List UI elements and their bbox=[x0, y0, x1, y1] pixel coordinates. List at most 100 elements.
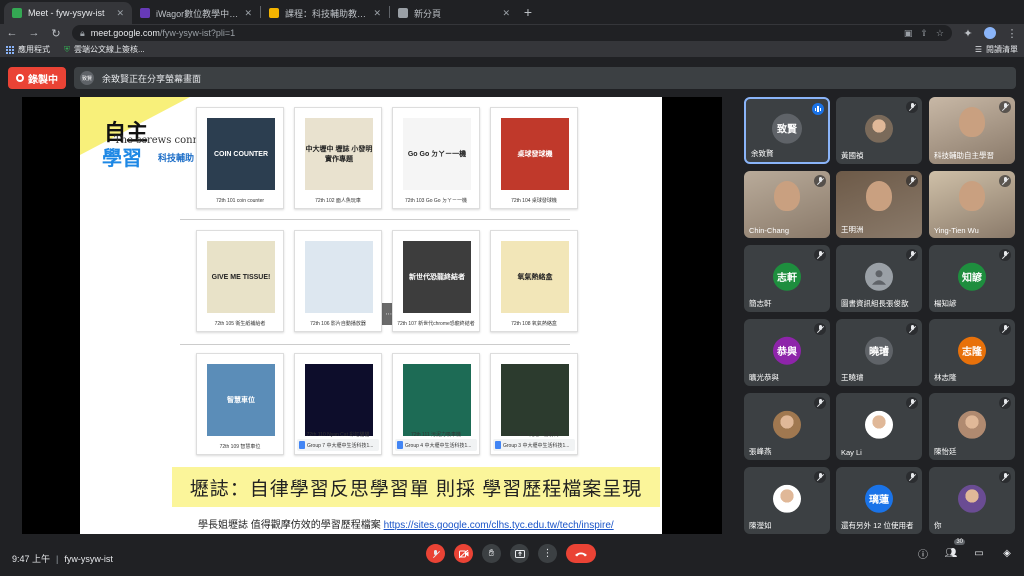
linked-doc-chip[interactable]: Group 3 中大壢中生活科技1... bbox=[493, 439, 575, 451]
reload-icon[interactable]: ↻ bbox=[50, 27, 62, 40]
bookmark-document-signoff[interactable]: ⛨ 雲端公文線上簽核... bbox=[64, 44, 145, 55]
tab-close-icon[interactable]: ✕ bbox=[502, 8, 510, 19]
participant-name: 陳瀅如 bbox=[749, 521, 772, 530]
participant-tile[interactable]: 張峰燕 bbox=[744, 393, 830, 460]
muted-mic-icon bbox=[906, 397, 918, 409]
reading-list-icon: ☰ bbox=[974, 45, 982, 54]
tab-favicon-icon bbox=[398, 8, 408, 18]
slide-banner: 壢誌：自律學習反思學習單 則採 學習歷程檔案呈現 bbox=[172, 467, 660, 507]
camera-indicator-icon[interactable]: ▣ bbox=[904, 28, 913, 39]
project-thumbnail-text: 中大壢中 壢誌 小發明實作專題 bbox=[305, 146, 373, 163]
muted-mic-icon bbox=[906, 471, 918, 483]
participant-tile[interactable]: 致賢 余致賢 bbox=[744, 97, 830, 164]
profile-photo bbox=[958, 484, 986, 513]
participant-face bbox=[774, 181, 800, 212]
participant-name: 你 bbox=[934, 521, 942, 530]
participant-tile[interactable]: 你 bbox=[929, 467, 1015, 534]
project-caption: 72th 111 污泥力吸車機 bbox=[410, 432, 462, 438]
browser-tab[interactable]: iWagor數位教學中心 » Categ ✕ bbox=[132, 2, 260, 24]
tab-close-icon[interactable]: ✕ bbox=[116, 8, 124, 19]
people-button[interactable]: 👥︎ 30 bbox=[944, 539, 965, 560]
tab-favicon-icon bbox=[12, 8, 22, 18]
participant-tile[interactable]: 璃蓮 還有另外 12 位使用者 bbox=[836, 467, 922, 534]
address-bar[interactable]: 🔒︎ meet.google.com/fyw-ysyw-ist?pli=1 ▣ … bbox=[72, 25, 952, 41]
project-thumbnail-text: 智慧車位 bbox=[227, 397, 255, 404]
leave-call-button[interactable] bbox=[566, 544, 596, 563]
hand-icon: ✋︎ bbox=[488, 548, 495, 559]
more-options-button[interactable]: ⋮ bbox=[538, 544, 557, 563]
participant-tile[interactable]: 知諺 楊知諺 bbox=[929, 245, 1015, 312]
participant-tile[interactable]: Chin-Chang bbox=[744, 171, 830, 238]
presenting-banner: 致賢 余致賢正在分享螢幕畫面 bbox=[74, 67, 1016, 89]
bookmark-label: 雲端公文線上簽核... bbox=[74, 45, 145, 54]
shared-slide: 自主 The screws connect the world 學習 科技輔助 … bbox=[80, 97, 662, 534]
participant-tile[interactable]: 志軒 簡志軒 bbox=[744, 245, 830, 312]
participant-tile[interactable]: 曉璿 王曉璿 bbox=[836, 319, 922, 386]
browser-tab[interactable]: Meet - fyw-ysyw-ist ✕ bbox=[4, 2, 132, 24]
people-icon: 👥︎ bbox=[944, 547, 958, 559]
recording-indicator[interactable]: 錄製中 bbox=[8, 67, 66, 89]
participant-name: 還有另外 12 位使用者 bbox=[841, 521, 914, 530]
participant-tile[interactable]: 陳瀅如 bbox=[744, 467, 830, 534]
project-thumbnail: Go Go ㄉㄚㄧ一機 bbox=[403, 118, 471, 190]
share-icon[interactable]: ⇪ bbox=[920, 28, 928, 39]
footer-link[interactable]: https://sites.google.com/clhs.tyc.edu.tw… bbox=[384, 520, 614, 531]
participant-tile[interactable]: 圖書資訊組長張俊歆 bbox=[836, 245, 922, 312]
browser-tab[interactable]: 新分頁 ✕ bbox=[390, 2, 518, 24]
project-thumbnail bbox=[305, 241, 373, 313]
slide-divider bbox=[180, 344, 570, 345]
muted-mic-icon bbox=[814, 471, 826, 483]
participant-avatar bbox=[865, 410, 893, 439]
muted-mic-icon bbox=[999, 471, 1011, 483]
participant-name: 簡志軒 bbox=[749, 299, 772, 308]
new-tab-button[interactable]: + bbox=[518, 4, 538, 20]
browser-menu-icon[interactable]: ⋮ bbox=[1006, 27, 1018, 40]
profile-avatar[interactable] bbox=[984, 27, 996, 39]
raise-hand-button[interactable]: ✋︎ bbox=[482, 544, 501, 563]
participant-tile[interactable]: 陳怡廷 bbox=[929, 393, 1015, 460]
participant-name: 曠光恭與 bbox=[749, 373, 779, 382]
muted-mic-icon bbox=[814, 249, 826, 261]
forward-icon[interactable]: → bbox=[28, 27, 40, 39]
activities-button[interactable]: ◈ bbox=[1000, 546, 1014, 560]
profile-photo bbox=[773, 410, 801, 439]
camera-toggle[interactable] bbox=[454, 544, 473, 563]
project-card: GIVE ME TISSUE! 72th 105 衛生紙補給者 bbox=[196, 230, 284, 332]
participant-tile[interactable]: 科技輔助自主學習 bbox=[929, 97, 1015, 164]
linked-doc-chip[interactable]: Group 7 中大壢中生活科技1... bbox=[297, 439, 379, 451]
participant-name: 科技輔助自主學習 bbox=[934, 151, 994, 160]
extensions-icon[interactable]: ✦ bbox=[962, 27, 974, 40]
participant-tile[interactable]: 志隆 林志隆 bbox=[929, 319, 1015, 386]
project-card: Group 7 中大壢中生活科技1... 72th 110 Nyan Cat 彩虹… bbox=[294, 353, 382, 455]
browser-tab[interactable]: 課程：科技輔助教學教案成果區 ✕ bbox=[261, 2, 389, 24]
participant-tile[interactable]: 王明洲 bbox=[836, 171, 922, 238]
participant-name: Kay Li bbox=[841, 448, 862, 457]
record-dot-icon bbox=[16, 74, 24, 82]
google-doc-icon bbox=[495, 441, 501, 449]
project-thumbnail-text: GIVE ME TISSUE! bbox=[211, 273, 271, 281]
participant-tile[interactable]: Kay Li bbox=[836, 393, 922, 460]
tab-close-icon[interactable]: ✕ bbox=[373, 8, 381, 19]
present-now-button[interactable] bbox=[510, 544, 529, 563]
meeting-info-button[interactable]: ⓘ bbox=[916, 546, 930, 561]
project-caption: 72th 109 智慧車位 bbox=[219, 444, 261, 450]
browser-tab-strip: Meet - fyw-ysyw-ist✕iWagor數位教學中心 » Categ… bbox=[0, 0, 1024, 24]
bookmark-apps[interactable]: 應用程式 bbox=[6, 44, 50, 55]
microphone-toggle[interactable] bbox=[426, 544, 445, 563]
reading-list-button[interactable]: ☰ 閱讀清單 bbox=[975, 44, 1018, 55]
back-icon[interactable]: ← bbox=[6, 27, 18, 39]
participant-tile[interactable]: Ying-Tien Wu bbox=[929, 171, 1015, 238]
muted-mic-icon bbox=[906, 175, 918, 187]
project-card: COIN COUNTER 72th 101 coin counter bbox=[196, 107, 284, 209]
meet-bottom-bar: 9:47 上午 | fyw-ysyw-ist ✋︎ ⋮ ⓘ 👥︎ 30 ▭ ◈ bbox=[0, 539, 1024, 576]
linked-doc-chip[interactable]: Group 4 中大壢中生活科技1... bbox=[395, 439, 477, 451]
chat-button[interactable]: ▭ bbox=[972, 546, 986, 560]
muted-mic-icon bbox=[906, 101, 918, 113]
star-icon[interactable]: ☆ bbox=[936, 28, 944, 39]
project-thumbnail-text: 新世代恐龍終結者 bbox=[409, 274, 465, 281]
tab-close-icon[interactable]: ✕ bbox=[244, 8, 252, 19]
participant-tile[interactable]: 黃國禎 bbox=[836, 97, 922, 164]
meet-top-bar: 錄製中 致賢 余致賢正在分享螢幕畫面 bbox=[0, 64, 1024, 92]
participant-tile[interactable]: 恭與 曠光恭與 bbox=[744, 319, 830, 386]
participant-avatar: 志軒 bbox=[773, 262, 801, 291]
